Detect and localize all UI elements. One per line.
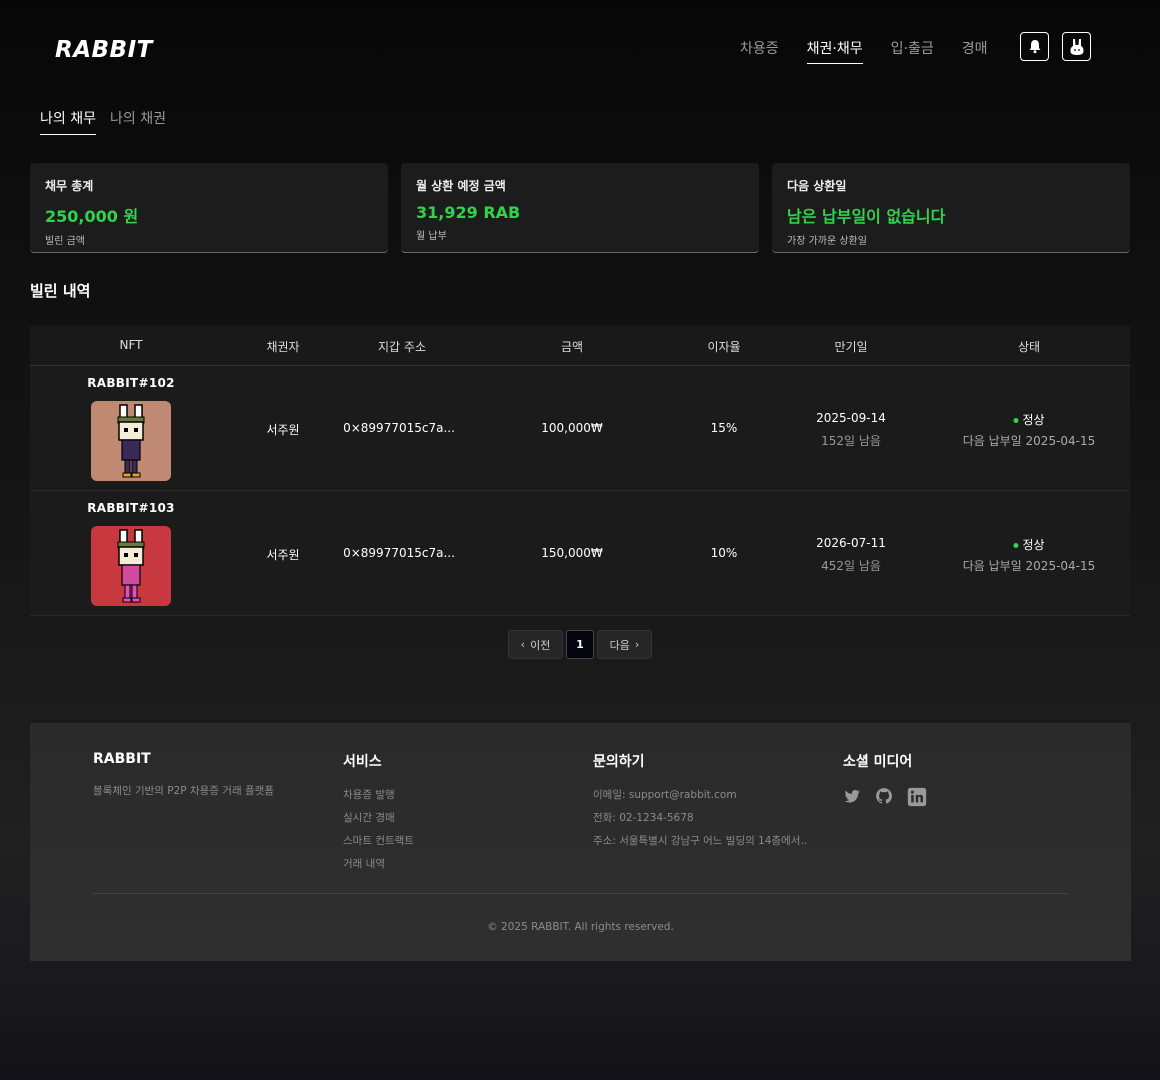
social-links [843,787,927,807]
status-dot-icon [1013,418,1019,423]
nft-name: RABBIT#102 [87,376,175,390]
creditor-name: 서주원 [266,548,300,562]
twitter-icon[interactable] [843,787,861,805]
debt-tabs: 나의 채무 나의 채권 [40,108,166,135]
footer-contact-title: 문의하기 [593,754,645,770]
status-text: 정상 [1022,413,1045,427]
rabbit-icon [1070,38,1083,55]
card-subtitle: 빌린 금액 [45,236,85,247]
footer: RABBIT 블록체인 기반의 P2P 차용증 거래 플랫폼 서비스 차용증 발… [30,723,1131,961]
tab-my-bonds[interactable]: 나의 채권 [110,108,166,135]
card-subtitle: 가장 가까운 상환일 [787,236,867,247]
section-title: 빌린 내역 [30,282,91,300]
summary-card-total-debt: 채무 총계 250,000 원 빌린 금액 [30,163,388,253]
footer-link[interactable]: 거래 내역 [343,856,414,871]
notification-button[interactable] [1020,32,1049,61]
footer-email[interactable]: 이메일: support@rabbit.com [593,787,807,802]
page-number-button[interactable]: 1 [566,630,594,659]
nav-item-promissory-note[interactable]: 차용증 [740,38,779,64]
days-remaining: 452일 남음 [821,559,881,573]
card-title: 채무 총계 [45,179,94,193]
wallet-address[interactable]: 0×89977015c7a... [343,421,455,435]
nav-item-deposit-withdraw[interactable]: 입·출금 [891,38,934,64]
status-dot-icon [1013,543,1019,548]
footer-social: 소셜 미디어 [843,751,927,807]
footer-brand: RABBIT 블록체인 기반의 P2P 차용증 거래 플랫폼 [93,751,274,806]
borrowed-table: NFT 채권자 지갑 주소 금액 이자율 만기일 상태 RABBIT#102 서… [30,326,1130,616]
summary-card-next-payment: 다음 상환일 남은 납부일이 없습니다 가장 가까운 상환일 [772,163,1130,253]
card-value: 250,000 원 [45,207,139,226]
card-subtitle: 월 납부 [416,231,447,242]
main-nav: 차용증 채권·채무 입·출금 경매 [740,38,987,64]
nft-image[interactable] [91,401,171,481]
status-badge: 정상 [1013,536,1045,553]
footer-services-title: 서비스 [343,754,382,770]
status-badge: 정상 [1013,411,1045,428]
chevron-left-icon: ‹ [520,638,526,651]
column-header-wallet: 지갑 주소 [378,340,426,354]
next-payment-date: 다음 납부일 2025-04-15 [962,434,1096,448]
next-payment-date: 다음 납부일 2025-04-15 [962,559,1096,573]
next-label: 다음 [609,638,630,652]
footer-address: 주소: 서울특별시 강남구 어느 빌딩의 14층에서.. [593,835,808,847]
profile-button[interactable] [1062,32,1091,61]
footer-services: 서비스 차용증 발행 실시간 경매 스마트 컨트랙트 거래 내역 [343,751,414,879]
prev-page-button[interactable]: ‹ 이전 [508,630,563,659]
chevron-right-icon: › [634,638,640,651]
tab-my-debts[interactable]: 나의 채무 [40,108,96,135]
footer-social-title: 소셜 미디어 [843,754,913,770]
footer-link[interactable]: 차용증 발행 [343,787,414,802]
due-date: 2025-09-14 [816,411,886,425]
table-header: NFT 채권자 지갑 주소 금액 이자율 만기일 상태 [30,326,1130,366]
footer-link[interactable]: 스마트 컨트랙트 [343,833,414,848]
bell-icon [1029,40,1040,54]
nav-item-bonds-debts[interactable]: 채권·채무 [806,38,863,64]
footer-brand-name: RABBIT [93,751,151,767]
footer-divider [93,893,1068,894]
logo[interactable]: RABBIT [55,36,180,60]
column-header-due-date: 만기일 [834,340,868,354]
card-value: 남은 납부일이 없습니다 [787,207,946,226]
footer-phone: 전화: 02-1234-5678 [593,812,694,824]
loan-amount: 100,000₩ [541,421,603,435]
column-header-status: 상태 [1017,340,1041,354]
nft-name: RABBIT#103 [87,501,175,515]
column-header-creditor: 채권자 [266,340,300,354]
status-text: 정상 [1022,538,1045,552]
card-value: 31,929 RAB [416,203,521,222]
column-header-nft: NFT [119,338,143,352]
header: RABBIT 차용증 채권·채무 입·출금 경매 [0,0,1160,94]
due-date: 2026-07-11 [816,536,886,550]
table-row[interactable]: RABBIT#102 서주원 0×89977015c7a... 100,000₩… [30,366,1130,491]
nav-item-auction[interactable]: 경매 [962,38,988,64]
footer-brand-desc: 블록체인 기반의 P2P 차용증 거래 플랫폼 [93,785,274,797]
summary-card-monthly-payment: 월 상환 예정 금액 31,929 RAB 월 납부 [401,163,759,253]
interest-rate: 15% [710,421,738,435]
card-title: 다음 상환일 [787,179,847,193]
wallet-address[interactable]: 0×89977015c7a... [343,546,455,560]
footer-contact: 문의하기 이메일: support@rabbit.com 전화: 02-1234… [593,751,807,856]
days-remaining: 152일 남음 [821,434,881,448]
svg-text:RABBIT: RABBIT [55,37,155,60]
nft-image[interactable] [91,526,171,606]
linkedin-icon[interactable] [907,787,927,807]
column-header-rate: 이자율 [707,340,741,354]
copyright: © 2025 RABBIT. All rights reserved. [487,921,674,933]
next-page-button[interactable]: 다음 › [597,630,652,659]
github-icon[interactable] [875,787,893,805]
creditor-name: 서주원 [266,423,300,437]
table-row[interactable]: RABBIT#103 서주원 0×89977015c7a... 150,000₩… [30,491,1130,616]
footer-link[interactable]: 실시간 경매 [343,810,414,825]
card-title: 월 상환 예정 금액 [416,179,506,193]
interest-rate: 10% [710,546,738,560]
pagination: ‹ 이전 1 다음 › [508,630,652,659]
loan-amount: 150,000₩ [541,546,603,560]
prev-label: 이전 [530,638,551,652]
column-header-amount: 금액 [560,340,584,354]
